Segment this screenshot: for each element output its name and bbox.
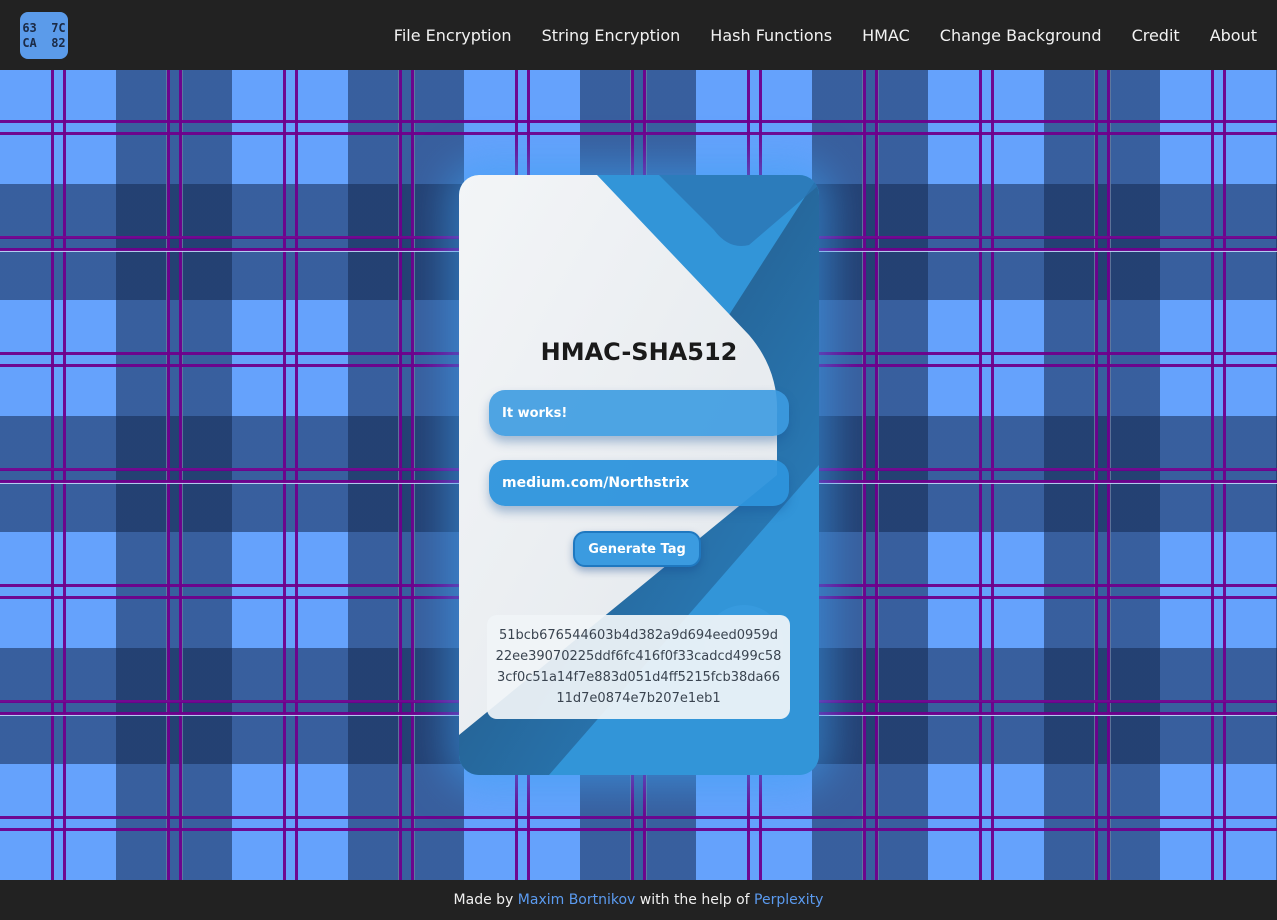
- nav-string-encryption[interactable]: String Encryption: [542, 26, 681, 45]
- footer-prefix: Made by: [453, 892, 518, 908]
- footer-middle: with the help of: [635, 892, 755, 908]
- hmac-card: HMAC-SHA512 Generate Tag 51bcb676544603b…: [459, 175, 819, 775]
- perplexity-link[interactable]: Perplexity: [754, 892, 823, 908]
- nav-change-background[interactable]: Change Background: [940, 26, 1102, 45]
- footer: Made by Maxim Bortnikov with the help of…: [0, 880, 1277, 920]
- card-title: HMAC-SHA512: [540, 338, 738, 366]
- author-link[interactable]: Maxim Bortnikov: [518, 892, 636, 908]
- generate-tag-button[interactable]: Generate Tag: [573, 531, 701, 567]
- nav-hash-functions[interactable]: Hash Functions: [710, 26, 832, 45]
- nav-about[interactable]: About: [1210, 26, 1257, 45]
- nav-file-encryption[interactable]: File Encryption: [394, 26, 512, 45]
- top-navbar: 63 7C CA 82 File Encryption String Encry…: [0, 0, 1277, 70]
- logo-line-2: CA 82: [22, 35, 66, 50]
- message-input[interactable]: [489, 390, 789, 436]
- logo-line-1: 63 7C: [22, 21, 66, 36]
- nav-credit[interactable]: Credit: [1132, 26, 1180, 45]
- key-input[interactable]: [489, 460, 789, 506]
- nav-hmac[interactable]: HMAC: [862, 26, 910, 45]
- app-logo[interactable]: 63 7C CA 82: [20, 12, 68, 59]
- hmac-result: 51bcb676544603b4d382a9d694eed0959d22ee39…: [487, 615, 790, 719]
- nav-links: File Encryption String Encryption Hash F…: [364, 0, 1257, 70]
